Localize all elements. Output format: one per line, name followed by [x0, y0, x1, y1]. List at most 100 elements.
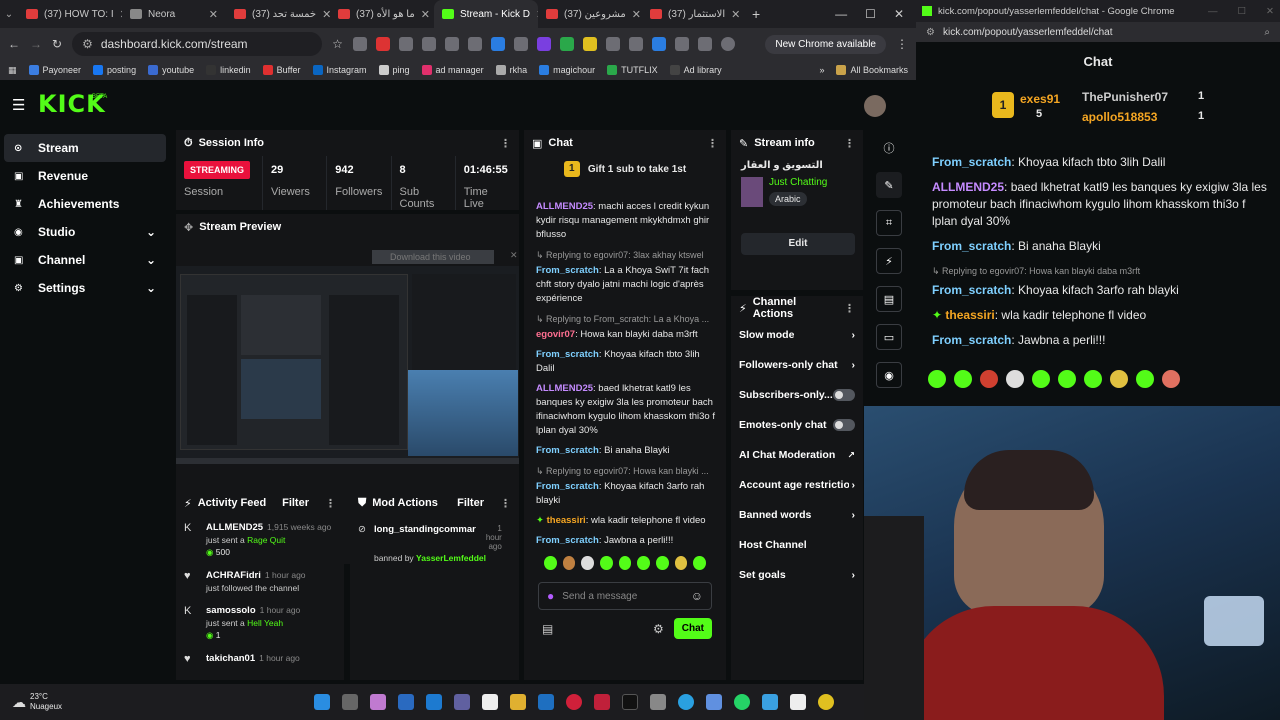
activity-item[interactable]: Ksamossolo 1 hour ago just sent a Hell Yea…	[176, 599, 344, 647]
activity-item[interactable]: ♥ takichan01 1 hour ago	[176, 647, 344, 671]
mod-target-username[interactable]: long_standingcommar	[374, 524, 476, 551]
chrome-icon[interactable]	[818, 694, 835, 710]
bookmark-item[interactable]: Buffer	[262, 65, 301, 75]
extension-icon[interactable]	[352, 37, 367, 51]
category-link[interactable]: Just Chatting	[769, 177, 827, 188]
extension-icon[interactable]	[536, 37, 551, 51]
weather-icon[interactable]: ☁	[12, 694, 26, 711]
reply-context[interactable]: ↳ Replying to egovir07: Howa kan blayki …	[932, 263, 1272, 280]
emote-icon[interactable]	[1058, 370, 1076, 388]
user-avatar[interactable]	[864, 95, 886, 117]
moderator-username[interactable]: YasserLemfeddel	[416, 553, 486, 563]
extension-icon[interactable]	[375, 37, 390, 51]
close-window-button[interactable]: ✕	[894, 7, 904, 21]
chat-username[interactable]: From_scratch	[932, 333, 1011, 347]
bookmark-item[interactable]: magichour	[539, 65, 595, 75]
app-icon[interactable]	[426, 694, 443, 710]
close-tab-icon[interactable]: ✕	[731, 8, 740, 21]
emote-icon[interactable]	[674, 556, 688, 570]
bookmark-item[interactable]: rkha	[495, 65, 527, 75]
activity-item[interactable]: K ALLMEND25 1,915 weeks ago just sent a Rag…	[176, 516, 344, 564]
outlook-icon[interactable]	[538, 694, 555, 710]
emote-icon[interactable]	[1006, 370, 1024, 388]
app-icon[interactable]	[650, 694, 667, 710]
reply-context[interactable]: ↳ Replying to egovir07: 3lax akhay ktswe…	[536, 248, 718, 262]
puzzle-icon[interactable]	[697, 37, 712, 51]
activity-username[interactable]: ALLMEND25	[206, 522, 263, 533]
bookmark-item[interactable]: posting	[93, 65, 136, 75]
bookmark-item[interactable]: Payoneer	[28, 65, 81, 75]
close-tab-icon[interactable]: ✕	[209, 8, 218, 21]
maximize-button[interactable]: ☐	[1238, 6, 1247, 17]
mod-action-item[interactable]: ⊘ long_standingcommar 1 hour ago banned by …	[350, 516, 519, 571]
tiktok-icon[interactable]	[622, 694, 639, 710]
new-chrome-available-button[interactable]: New Chrome available	[765, 34, 886, 54]
chat-icon[interactable]: ▭	[876, 324, 902, 350]
explorer-icon[interactable]	[510, 694, 527, 710]
activity-username[interactable]: takichan01	[206, 653, 255, 664]
emote-icon[interactable]	[980, 370, 998, 388]
close-tab-icon[interactable]: ✕	[421, 8, 430, 21]
tab-search-icon[interactable]: ⌄	[0, 9, 18, 20]
chrome-menu-icon[interactable]: ⋮	[896, 37, 908, 51]
app-icon[interactable]	[482, 694, 499, 710]
activity-username[interactable]: ACHRAFidri	[206, 570, 261, 581]
extension-icon[interactable]	[582, 37, 597, 51]
emote-icon[interactable]	[954, 370, 972, 388]
hamburger-menu-icon[interactable]: ☰	[12, 96, 25, 114]
sidebar-item-achievements[interactable]: ♜ Achievements	[4, 190, 166, 218]
browser-tab[interactable]: Stream - Kick D✕	[434, 0, 538, 28]
whatsapp-icon[interactable]	[734, 694, 751, 710]
bookmark-item[interactable]: TUTFLIX	[607, 65, 658, 75]
extension-icon[interactable]	[421, 37, 436, 51]
emote-icon[interactable]	[928, 370, 946, 388]
maximize-button[interactable]: ☐	[865, 7, 876, 21]
more-options-icon[interactable]: ⋮	[707, 137, 718, 150]
emote-icon[interactable]	[1110, 370, 1128, 388]
bookmark-item[interactable]: ad manager	[421, 65, 484, 75]
copilot-icon[interactable]	[370, 694, 387, 710]
leader-name[interactable]: ThePunisher07	[1082, 90, 1168, 104]
telegram-icon[interactable]	[678, 694, 695, 710]
minimize-button[interactable]: —	[1208, 6, 1218, 17]
browser-tab[interactable]: (37) مشروعين ✕	[538, 0, 642, 28]
task-view-icon[interactable]	[342, 694, 359, 710]
app-icon[interactable]	[706, 694, 723, 710]
download-video-button[interactable]: Download this video	[372, 250, 494, 264]
sidebar-item-settings[interactable]: ⚙ Settings ⌄	[4, 274, 166, 302]
channel-action-ai-chat-moderation[interactable]: AI Chat Moderation ↗	[731, 440, 863, 470]
chat-username[interactable]: From_scratch	[536, 481, 599, 492]
zoom-icon[interactable]: ⌕	[1264, 27, 1270, 38]
emote-icon[interactable]	[618, 556, 632, 570]
emote-icon[interactable]	[656, 556, 669, 570]
sidebar-item-stream[interactable]: ⊙ Stream	[4, 134, 166, 162]
site-info-icon[interactable]: ⚙	[82, 37, 93, 51]
chat-send-button[interactable]: Chat	[673, 618, 712, 639]
reply-context[interactable]: ↳ Replying to egovir07: Howa kan blayki …	[536, 464, 718, 478]
browser-tab[interactable]: Neora ✕	[122, 0, 226, 28]
leader-name[interactable]: exes91	[1020, 92, 1060, 106]
start-icon[interactable]	[314, 694, 331, 710]
emote-icon[interactable]	[600, 556, 613, 570]
app-icon[interactable]	[594, 694, 611, 710]
broadcast-icon[interactable]: ◉	[876, 362, 902, 388]
bookmark-item[interactable]: Instagram	[312, 65, 367, 75]
channel-action-followers-only-chat[interactable]: Followers-only chat ›	[731, 350, 863, 380]
activity-filter-button[interactable]: Filter	[282, 497, 309, 509]
browser-tab[interactable]: (37) خمسة تحد ✕	[226, 0, 330, 28]
extension-icon[interactable]	[513, 37, 528, 51]
opera-icon[interactable]	[566, 694, 583, 710]
more-options-icon[interactable]: ⋮	[500, 497, 511, 510]
stream-preview-video[interactable]	[176, 266, 519, 458]
notion-icon[interactable]	[790, 694, 807, 710]
channel-action-emotes-only-chat[interactable]: Emotes-only chat	[731, 410, 863, 440]
bookmark-item[interactable]: linkedin	[206, 65, 251, 75]
gift-sub-banner[interactable]: 1 Gift 1 sub to take 1st	[524, 156, 726, 182]
microphone-icon[interactable]: ●	[547, 589, 554, 603]
more-options-icon[interactable]: ⋮	[844, 302, 855, 315]
app-icon[interactable]	[454, 694, 471, 710]
extension-icon[interactable]	[628, 37, 643, 51]
edit-icon[interactable]: ✎	[876, 172, 902, 198]
toggle-switch[interactable]	[833, 419, 855, 431]
channel-action-host-channel[interactable]: Host Channel	[731, 530, 863, 560]
